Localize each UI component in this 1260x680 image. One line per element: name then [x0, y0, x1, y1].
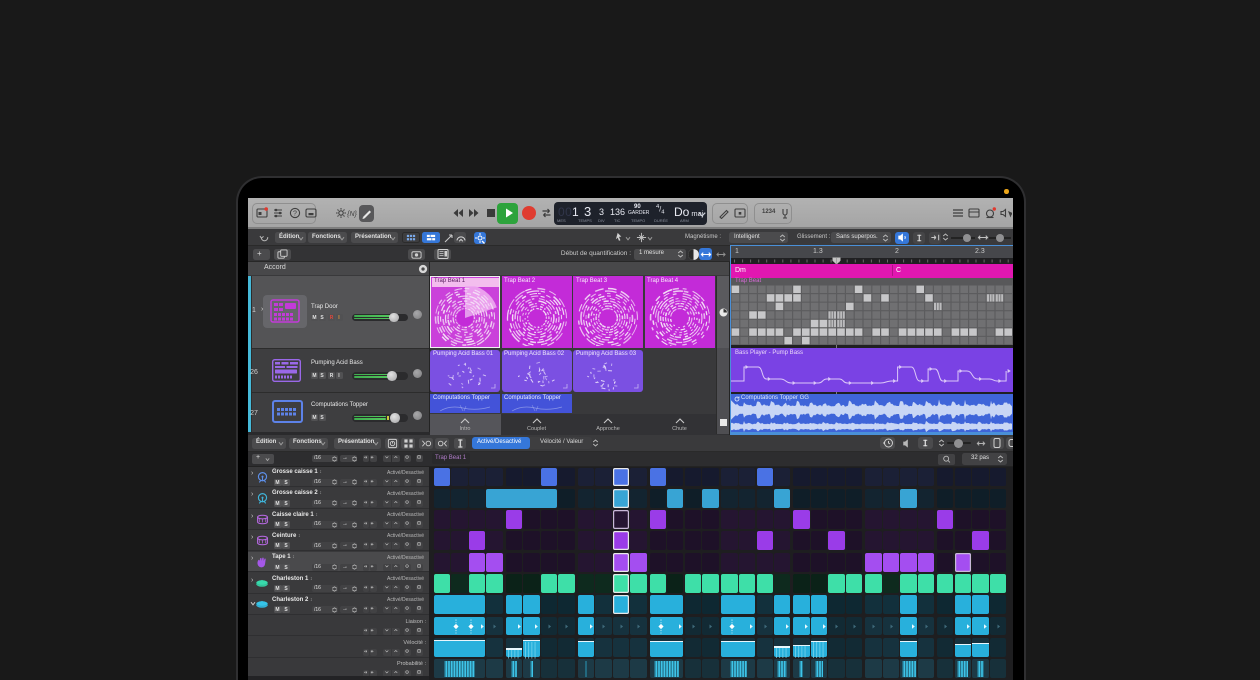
svg-text:?: ?: [293, 210, 297, 217]
svg-text:{N}: {N}: [347, 211, 357, 218]
